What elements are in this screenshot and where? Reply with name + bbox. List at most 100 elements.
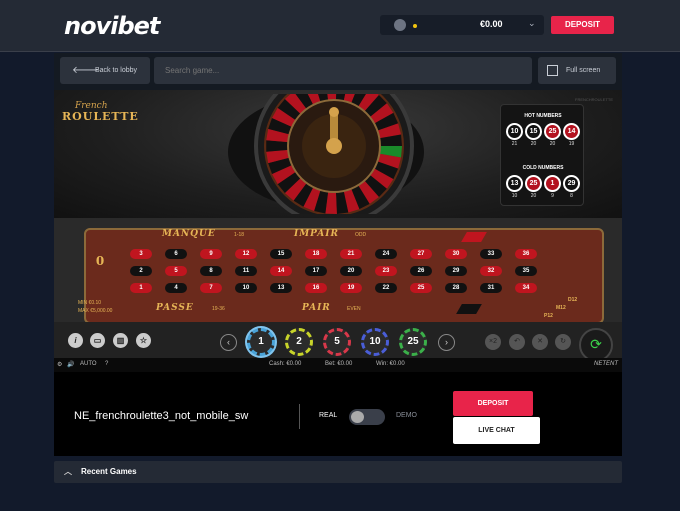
cold-numbers-row: 13 10 25 20 1 9 29 8 [506,175,580,199]
max-bet: MAX €5,000.00 [78,308,113,314]
bet-number[interactable]: 18 [299,246,333,262]
bet-impair-sub: ODD [355,232,367,238]
bet-number[interactable]: 33 [474,246,508,262]
bet-number-label: 23 [375,266,397,276]
cash-readout: Cash: €0.00 [269,361,302,367]
help-button[interactable]: ? [105,361,108,367]
search-game-input[interactable] [154,57,532,84]
wheel-area: French ROULETTE FRENCHROULETTE HOT NUMBE… [54,90,622,218]
bet-number-label: 14 [270,266,292,276]
novibet-logo[interactable]: novibet [64,12,160,40]
bet-number[interactable]: 36 [509,246,543,262]
real-demo-toggle[interactable] [349,409,385,425]
bet-d12[interactable]: D12 [568,297,577,303]
bet-number[interactable]: 24 [369,246,403,262]
bet-number[interactable]: 31 [474,280,508,296]
bet-number[interactable]: 14 [264,263,298,279]
bet-number[interactable]: 28 [439,280,473,296]
chip-1[interactable]: 1 [247,328,275,356]
bet-number[interactable]: 17 [299,263,333,279]
bet-passe[interactable]: PASSE [156,303,194,313]
bet-number-label: 12 [235,249,257,259]
full-screen-button[interactable]: Full screen [538,57,616,84]
bet-number[interactable]: 13 [264,280,298,296]
bet-number[interactable]: 9 [194,246,228,262]
bet-impair[interactable]: IMPAIR [294,229,339,239]
recent-games-toggle[interactable]: ︿ Recent Games [54,461,622,483]
bet-number[interactable]: 32 [474,263,508,279]
favourites-icon[interactable]: ☆ [136,333,151,348]
chip-2[interactable]: 2 [285,328,313,356]
bet-number[interactable]: 5 [159,263,193,279]
info-deposit-button[interactable]: DEPOSIT [453,391,533,416]
game-watermark: FRENCHROULETTE [575,97,614,102]
statistics-icon[interactable]: ▥ [113,333,128,348]
back-to-lobby-button[interactable]: 🡐 Back to lobby [60,57,150,84]
bet-number[interactable]: 1 [124,280,158,296]
bet-number[interactable]: 16 [299,280,333,296]
bet-number-label: 8 [200,266,222,276]
chevron-up-icon: ︿ [64,467,72,476]
game-frame[interactable]: French ROULETTE FRENCHROULETTE HOT NUMBE… [54,90,622,372]
deposit-button[interactable]: DEPOSIT [551,16,614,34]
bet-number[interactable]: 19 [334,280,368,296]
undo-button[interactable]: ↶ [509,334,525,350]
cold-count: 20 [530,193,537,199]
racetrack-icon[interactable]: ▭ [90,333,105,348]
bet-number[interactable]: 23 [369,263,403,279]
full-screen-label: Full screen [566,67,601,74]
bet-number[interactable]: 6 [159,246,193,262]
balance-amount: €0.00 [480,19,503,29]
bet-number[interactable]: 7 [194,280,228,296]
rebet-button[interactable]: ↻ [555,334,571,350]
bet-zero[interactable]: 0 [90,254,110,272]
bet-pair[interactable]: PAIR [302,303,331,313]
recent-games-label: Recent Games [81,467,137,476]
bet-number[interactable]: 30 [439,246,473,262]
spin-button[interactable]: ⟳ [579,328,613,362]
balance-dropdown[interactable]: €0.00 ⌄ [380,15,544,35]
bet-number[interactable]: 29 [439,263,473,279]
bet-number[interactable]: 26 [404,263,438,279]
bet-number[interactable]: 27 [404,246,438,262]
chip-next-button[interactable]: › [438,334,455,351]
hot-ball: 25 [544,123,561,140]
bet-p12[interactable]: P12 [544,313,553,319]
bet-m12[interactable]: M12 [556,305,566,311]
bet-number-label: 18 [305,249,327,259]
bet-number[interactable]: 12 [229,246,263,262]
chip-5[interactable]: 5 [323,328,351,356]
sound-icon[interactable]: 🔊 [67,361,74,368]
bet-number[interactable]: 15 [264,246,298,262]
live-chat-button[interactable]: LIVE CHAT [453,417,540,444]
chip-25[interactable]: 25 [399,328,427,356]
bet-number[interactable]: 25 [404,280,438,296]
hot-item: 15 20 [525,123,542,147]
bet-manque[interactable]: MANQUE [162,229,216,239]
bet-number[interactable]: 4 [159,280,193,296]
bet-number[interactable]: 34 [509,280,543,296]
double-bet-button[interactable]: ×2 [485,334,501,350]
settings-icon[interactable]: ⚙ [57,361,62,368]
bet-number[interactable]: 35 [509,263,543,279]
bet-number[interactable]: 20 [334,263,368,279]
chip-prev-button[interactable]: ‹ [220,334,237,351]
bet-number[interactable]: 11 [229,263,263,279]
chip-10[interactable]: 10 [361,328,389,356]
bet-number[interactable]: 21 [334,246,368,262]
bet-number-label: 32 [480,266,502,276]
game-toolbar: 🡐 Back to lobby Full screen [54,53,622,90]
bet-number[interactable]: 8 [194,263,228,279]
info-icon[interactable]: i [68,333,83,348]
clear-bets-button[interactable]: ✕ [532,334,548,350]
bet-number[interactable]: 10 [229,280,263,296]
hot-count: 20 [530,141,537,147]
bet-number-label: 10 [235,283,257,293]
bet-number[interactable]: 2 [124,263,158,279]
bet-number[interactable]: 3 [124,246,158,262]
demo-mode-label: DEMO [396,412,417,419]
auto-play-button[interactable]: AUTO [80,361,97,367]
bet-number-label: 35 [515,266,537,276]
hot-count: 19 [568,141,575,147]
bet-number[interactable]: 22 [369,280,403,296]
